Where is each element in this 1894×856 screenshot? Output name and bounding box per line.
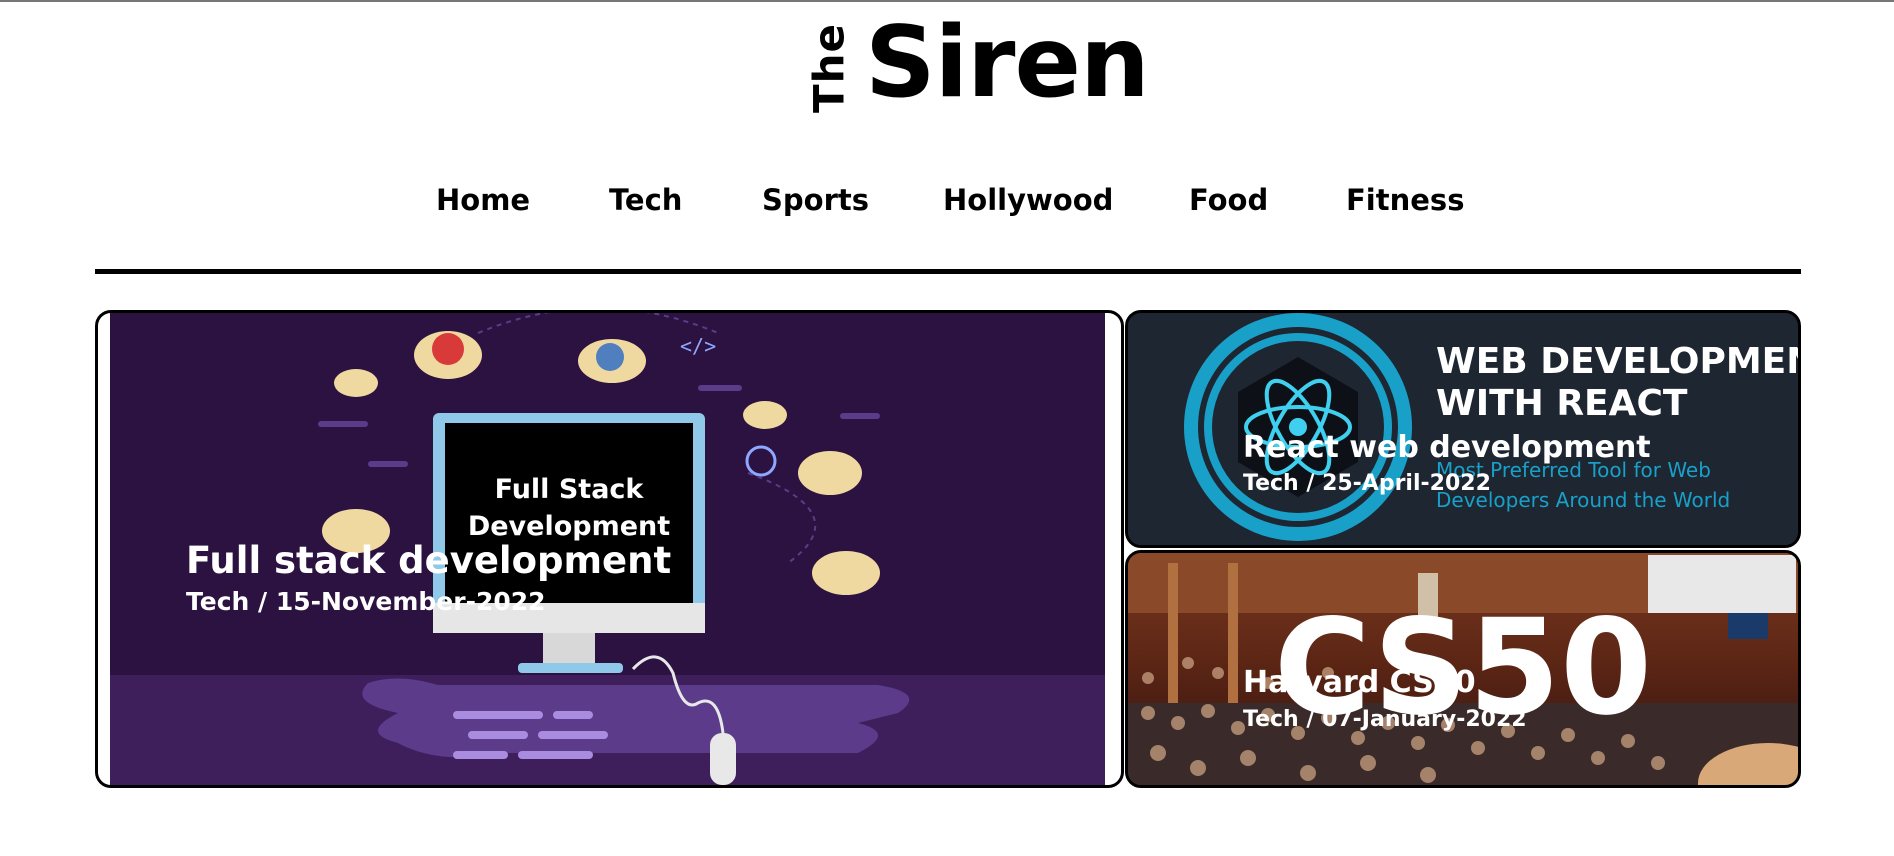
logo-siren-text: Siren [865, 6, 1150, 120]
nav-item-tech[interactable]: Tech [609, 178, 682, 222]
svg-text:</>: </> [680, 334, 716, 358]
react-illustration: WEB DEVELOPMENT WITH REACT Most Preferre… [1128, 313, 1798, 545]
main-nav: Home Tech Sports Hollywood Food Fitness [0, 178, 1894, 222]
logo-the-text: The [804, 22, 854, 114]
top-border [0, 0, 1894, 2]
illustration-caption-line2: Development [468, 511, 670, 542]
post-title[interactable]: Harvard CS50 [1243, 665, 1476, 701]
nav-item-sports[interactable]: Sports [762, 178, 869, 222]
post-meta: Tech / 15-November-2022 [186, 587, 546, 616]
post-meta: Tech / 25-April-2022 [1243, 471, 1491, 496]
nav-item-food[interactable]: Food [1189, 178, 1268, 222]
react-image-heading-line1: WEB DEVELOPMENT [1436, 341, 1798, 382]
nav-item-fitness[interactable]: Fitness [1346, 178, 1464, 222]
site-logo[interactable]: The Siren [0, 10, 1894, 130]
featured-post-card-react[interactable]: WEB DEVELOPMENT WITH REACT Most Preferre… [1125, 310, 1801, 548]
post-meta: Tech / 07-January-2022 [1243, 707, 1527, 732]
nav-item-home[interactable]: Home [436, 178, 530, 222]
featured-post-card-cs50[interactable]: CS50 Harvard CS50 Tech / 07-January-2022 [1125, 550, 1801, 788]
featured-post-card-full-stack[interactable]: Full Stack Development </> Full stack de… [95, 310, 1124, 788]
header-divider [95, 269, 1801, 274]
post-title[interactable]: Full stack development [186, 539, 671, 583]
nav-item-hollywood[interactable]: Hollywood [943, 178, 1113, 222]
illustration-caption-line1: Full Stack [495, 474, 645, 505]
post-title[interactable]: React web development [1243, 430, 1651, 466]
react-image-heading-line2: WITH REACT [1436, 383, 1688, 424]
